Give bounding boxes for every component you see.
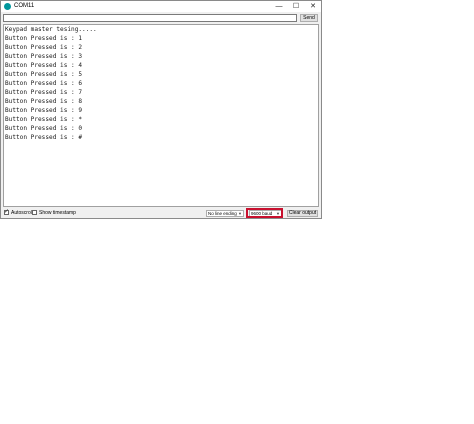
line-ending-value: No line ending	[208, 211, 237, 216]
output-line: Button Pressed is : 7	[5, 89, 83, 96]
serial-output-area[interactable]: Keypad master tesing..... Button Pressed…	[3, 24, 319, 207]
send-button[interactable]: Send	[300, 14, 318, 22]
timestamp-label: Show timestamp	[39, 210, 76, 216]
minimize-button[interactable]: —	[271, 1, 287, 12]
close-button[interactable]: ✕	[305, 1, 321, 12]
output-line: Button Pressed is : 0	[5, 125, 83, 132]
output-line: Button Pressed is : 1	[5, 35, 83, 42]
autoscroll-checkbox[interactable]	[4, 208, 9, 215]
output-line: Button Pressed is : 9	[5, 107, 83, 114]
output-line: Button Pressed is : 5	[5, 71, 83, 78]
output-line: Button Pressed is : 8	[5, 98, 83, 105]
output-line: Button Pressed is : #	[5, 134, 83, 141]
title-bar[interactable]: COM11 — ☐ ✕	[1, 1, 321, 12]
baud-rate-highlight-box	[246, 208, 283, 218]
output-line: Button Pressed is : 4	[5, 62, 83, 69]
arduino-app-icon	[4, 3, 11, 10]
autoscroll-label: Autoscroll	[11, 210, 33, 216]
line-ending-select[interactable]: No line ending ▼	[206, 210, 244, 217]
window-title: COM11	[14, 3, 35, 9]
output-line: Button Pressed is : 6	[5, 80, 83, 87]
chevron-down-icon: ▼	[238, 211, 242, 216]
clear-output-button[interactable]: Clear output	[287, 210, 318, 217]
serial-monitor-window: COM11 — ☐ ✕ Send Keypad master tesing...…	[0, 0, 322, 219]
output-line: Button Pressed is : 2	[5, 44, 83, 51]
serial-input-field[interactable]	[3, 14, 297, 22]
output-line: Button Pressed is : *	[5, 116, 83, 123]
maximize-button[interactable]: ☐	[288, 1, 304, 12]
output-line: Button Pressed is : 3	[5, 53, 83, 60]
output-line: Keypad master tesing.....	[5, 26, 97, 33]
timestamp-checkbox[interactable]	[32, 210, 37, 215]
